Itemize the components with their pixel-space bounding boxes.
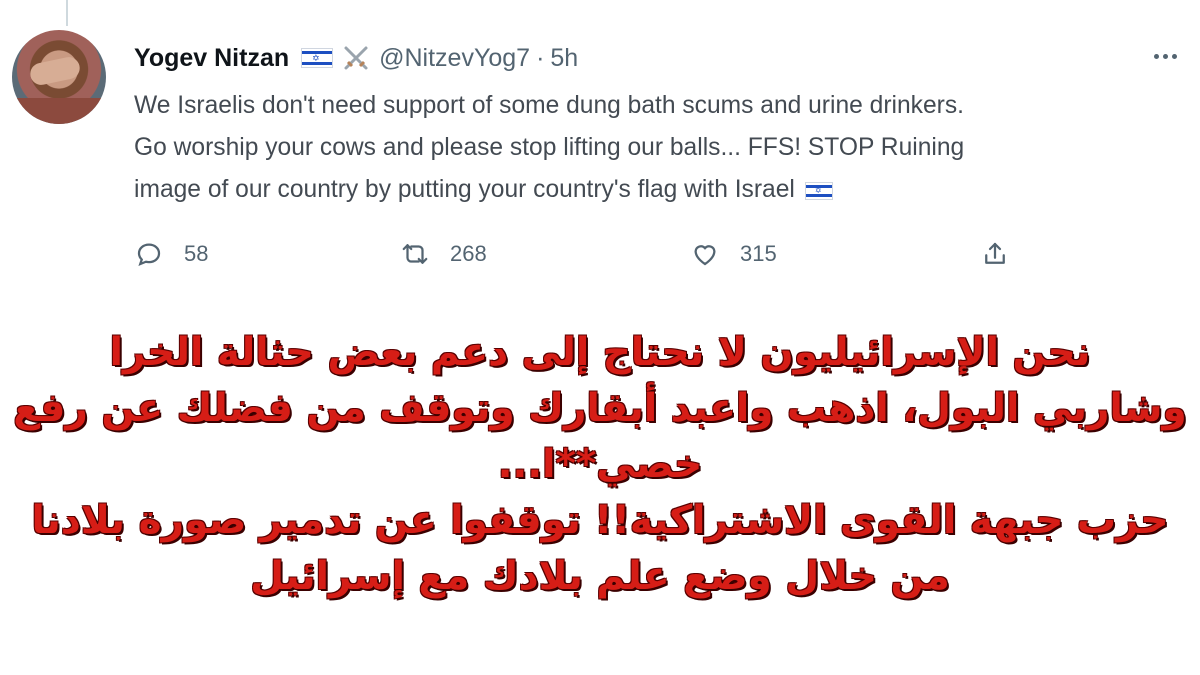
share-icon — [985, 242, 1005, 264]
avatar[interactable] — [12, 30, 106, 124]
retweet-icon — [402, 244, 428, 264]
reply-icon — [137, 243, 161, 266]
avatar-shirt — [12, 98, 106, 124]
tweet-text-line: We Israelis don't need support of some d… — [134, 92, 964, 119]
tweet-header: Yogev Nitzan ✡ @NitzevYog7 · 5h — [134, 38, 578, 78]
tweet-text-segment: image of our country by putting your cou… — [134, 176, 795, 203]
overlay-line: من خلال وضع علم بلادك مع إسرائيل — [250, 554, 950, 599]
like-count: 315 — [740, 241, 777, 266]
thread-line — [66, 0, 68, 26]
crossed-swords-icon — [344, 46, 368, 70]
separator-dot: · — [536, 43, 545, 72]
overlay-line: خصي**ا... — [497, 442, 703, 487]
overlay-line: نحن الإسرائيليون لا نحتاج إلى دعم بعض حث… — [109, 330, 1091, 375]
avatar-hand — [28, 55, 82, 87]
like-button[interactable]: 315 — [690, 232, 777, 276]
author-handle[interactable]: @NitzevYog7 — [379, 44, 530, 73]
reply-count: 58 — [184, 241, 209, 266]
reply-button[interactable]: 58 — [134, 232, 208, 276]
heart-icon — [694, 245, 716, 266]
author-name[interactable]: Yogev Nitzan — [134, 44, 289, 73]
tweet-time[interactable]: 5h — [550, 44, 578, 73]
israel-flag-icon: ✡ — [301, 48, 334, 68]
arabic-translation-overlay: نحن الإسرائيليون لا نحتاج إلى دعم بعض حث… — [0, 325, 1200, 605]
tweet-text: We Israelis don't need support of some d… — [134, 85, 1179, 211]
share-button[interactable] — [980, 232, 1030, 276]
tweet-text-line-last: image of our country by putting your cou… — [134, 169, 1179, 211]
overlay-line: وشاربي البول، اذهب واعبد أبقارك وتوقف من… — [13, 386, 1187, 431]
overlay-line: حزب جبهة القوى الاشتراكية!! توقفوا عن تد… — [31, 498, 1169, 543]
more-options-icon[interactable] — [1150, 44, 1180, 68]
tweet-text-line: Go worship your cows and please stop lif… — [134, 134, 965, 161]
retweet-button[interactable]: 268 — [400, 232, 487, 276]
retweet-count: 268 — [450, 241, 487, 266]
tweet-actions: 58 268 315 — [134, 232, 1034, 276]
israel-flag-icon: ✡ — [804, 181, 833, 200]
